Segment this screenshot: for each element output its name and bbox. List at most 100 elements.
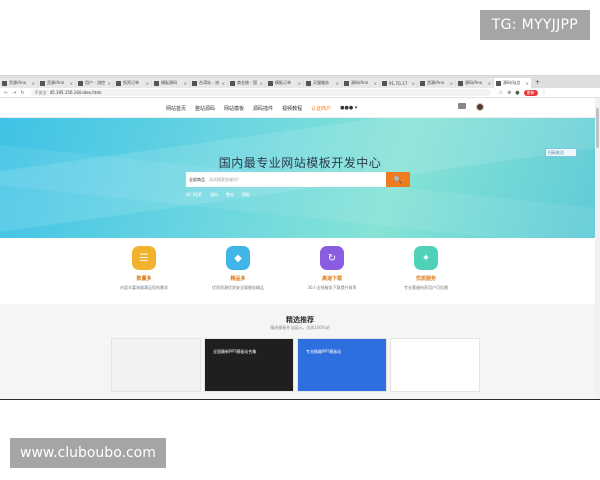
browser-tab[interactable]: 天猫服务 × [304, 78, 341, 88]
close-icon[interactable]: × [412, 81, 415, 86]
screenshot-page: 货源/Ano × 货源/Ano × 用户 - 流控 × 投资订单 × 模板源码 × 台湾站 - 流 ×… [0, 0, 600, 480]
close-icon[interactable]: × [336, 81, 339, 86]
insecure-label: 不安全 [34, 89, 47, 95]
feature-item: ◆ 精品多 优质资源优质安全版服务精品 [188, 246, 288, 291]
message-icon[interactable] [458, 103, 466, 109]
search-input[interactable]: 全部商品 试试搜索关键词？ [186, 172, 386, 187]
feature-desc: 优质资源优质安全版服务精品 [212, 285, 264, 290]
tab-favicon-icon [458, 80, 463, 86]
site-nav: 网站首页 整站源码 网站模板 源码插件 视频教程 认证商户 ●●● ▾ [166, 98, 357, 118]
browser-tab[interactable]: 台湾站 - 流 × [190, 78, 227, 88]
browser-tab[interactable]: 货源/Ano × [418, 78, 455, 88]
close-icon[interactable]: × [184, 81, 187, 86]
tab-label: 商业统 - 国 [237, 80, 257, 85]
qr-badge[interactable]: 扫码关注 [545, 148, 577, 157]
profile-icon[interactable]: ● [515, 90, 519, 96]
close-icon[interactable]: × [526, 81, 529, 86]
tab-favicon-icon [382, 80, 387, 86]
tab-label: 源码/Ano [465, 80, 483, 85]
search-category-select[interactable]: 全部商品 [189, 177, 205, 183]
forward-icon[interactable]: → [12, 90, 16, 96]
tab-favicon-icon [40, 80, 45, 86]
hero-banner: 国内最专业网站模板开发中心 全部商品 试试搜索关键词？ 🔍 热门搜索 源码 整站… [0, 118, 600, 238]
tab-label: 用户 - 流控 [85, 80, 105, 85]
browser-tab[interactable]: 投资订单 × [114, 78, 151, 88]
nav-more-dropdown[interactable]: ●●● ▾ [340, 105, 357, 111]
template-thumbnail[interactable] [390, 338, 480, 392]
hero-title: 国内最专业网站模板开发中心 [218, 156, 382, 170]
close-icon[interactable]: × [146, 81, 149, 86]
feature-item: ✦ 优质服务 专业客服给养用户可信赖 [376, 246, 476, 291]
browser-tab[interactable]: 91.7G.17 × [380, 78, 417, 88]
tab-favicon-icon [192, 80, 197, 86]
new-tab-button[interactable]: + [535, 78, 540, 88]
lightbulb-icon: ✦ [414, 246, 438, 270]
close-icon[interactable]: × [450, 81, 453, 86]
section-subtitle: 精选模板外设展示，优质100%站 [270, 325, 330, 330]
template-thumbnail[interactable] [111, 338, 201, 392]
reload-icon[interactable]: ↻ [20, 90, 24, 96]
browser-tab[interactable]: 模板源码 × [152, 78, 189, 88]
close-icon[interactable]: × [374, 81, 377, 86]
feature-desc: 专业客服给养用户可信赖 [404, 285, 448, 290]
feature-item: ↻ 高速下载 30人全线服务下载提升效率 [282, 246, 382, 291]
nav-item-home[interactable]: 网站首页 [166, 105, 186, 112]
close-icon[interactable]: × [70, 81, 73, 86]
tab-label: 货源/Ano [9, 80, 27, 85]
menu-icon[interactable]: ⋮ [542, 90, 547, 96]
browser-tab[interactable]: 源码/Ano × [456, 78, 493, 88]
update-button[interactable]: 更新 [523, 89, 538, 96]
avatar[interactable] [476, 103, 484, 111]
browser-tab[interactable]: 源码/站点 × [494, 78, 531, 88]
browser-tab[interactable]: 货源/Ano × [0, 78, 37, 88]
tab-label: 91.7G.17 [389, 80, 408, 86]
template-thumbnail[interactable]: 专业精美PPT模板站 [297, 338, 387, 392]
close-icon[interactable]: × [298, 81, 301, 86]
close-icon[interactable]: × [260, 81, 263, 86]
scrollbar-thumb[interactable] [596, 108, 599, 148]
feature-item: ☰ 数量多 内容丰富海量满足您的需求 [94, 246, 194, 291]
tab-favicon-icon [268, 80, 273, 86]
browser-tab[interactable]: 用户 - 流控 × [76, 78, 113, 88]
close-icon[interactable]: × [488, 81, 491, 86]
hot-word-link[interactable]: 源码 [210, 192, 218, 198]
close-icon[interactable]: × [108, 81, 111, 86]
search-placeholder: 试试搜索关键词？ [209, 176, 241, 182]
tab-label: 天猫服务 [313, 80, 329, 85]
browser-tab[interactable]: 源码/Ano × [342, 78, 379, 88]
nav-item-merchant[interactable]: 认证商户 [311, 105, 331, 112]
watermark-top: TG: MYYJJPP [479, 10, 590, 40]
browser-tab[interactable]: 商业统 - 国 × [228, 78, 265, 88]
toolbar-right: ☆ ⊕ ● 更新 ⋮ [499, 89, 547, 96]
nav-item-full-source[interactable]: 整站源码 [195, 105, 215, 112]
scrollbar[interactable] [595, 98, 600, 400]
star-icon[interactable]: ☆ [499, 90, 503, 96]
tab-favicon-icon [344, 80, 349, 86]
hot-word-link[interactable]: 模板 [242, 192, 250, 198]
window-bottom-edge [0, 399, 600, 400]
nav-item-templates[interactable]: 网站模板 [224, 105, 244, 112]
url-field[interactable]: 不安全 45.195.156.16/index.html [30, 89, 491, 96]
browser-tab[interactable]: 货源/Ano × [38, 78, 75, 88]
nav-item-plugins[interactable]: 源码插件 [253, 105, 273, 112]
extension-icon[interactable]: ⊕ [507, 90, 511, 96]
browser-tab[interactable]: 模板订单 × [266, 78, 303, 88]
tab-label: 台湾站 - 流 [199, 80, 219, 85]
template-thumbnail[interactable]: 全国最新PPT模板站合集 [204, 338, 294, 392]
close-icon[interactable]: × [222, 81, 225, 86]
hot-word-link[interactable]: 整站 [226, 192, 234, 198]
recommend-section: 精选推荐 精选模板外设展示，优质100%站 全国最新PPT模板站合集 专业精美P… [0, 304, 600, 400]
tab-label: 货源/Ano [427, 80, 445, 85]
back-icon[interactable]: ← [4, 90, 8, 96]
close-icon[interactable]: × [32, 81, 35, 86]
tab-favicon-icon [2, 80, 7, 86]
tab-favicon-icon [230, 80, 235, 86]
nav-item-videos[interactable]: 视频教程 [282, 105, 302, 112]
list-icon: ☰ [132, 246, 156, 270]
thumbnail-label: 专业精美PPT模板站 [306, 349, 342, 354]
hot-words-label: 热门搜索 [186, 192, 202, 197]
search-button[interactable]: 🔍 [386, 172, 410, 187]
feature-title: 数量多 [136, 276, 152, 282]
tab-label: 源码/站点 [503, 80, 521, 85]
tab-favicon-icon [154, 80, 159, 86]
